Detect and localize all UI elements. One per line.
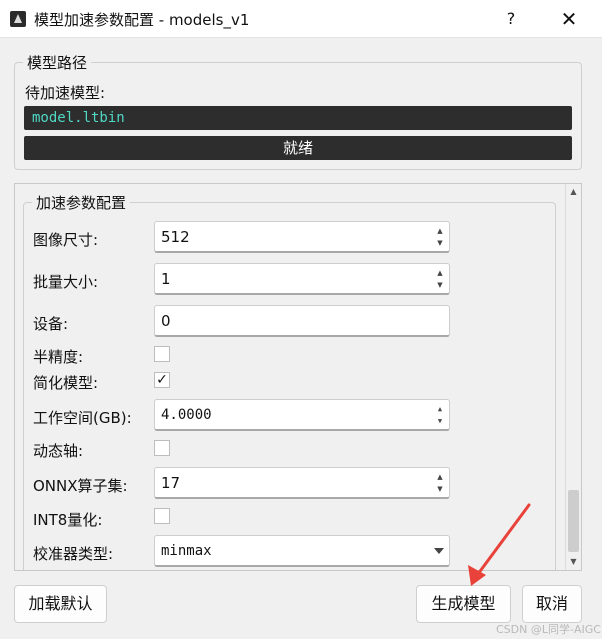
scroll-thumb[interactable]: [568, 490, 579, 552]
spin-up-icon[interactable]: ▲: [433, 403, 447, 415]
batch-size-spinbox[interactable]: 1 ▲ ▼: [154, 263, 450, 295]
opset-value: 17: [161, 474, 181, 492]
calibrator-select[interactable]: minmax: [154, 535, 450, 567]
spin-down-icon[interactable]: ▼: [433, 415, 447, 427]
half-precision-checkbox[interactable]: [154, 346, 170, 362]
spin-down-icon[interactable]: ▼: [433, 279, 447, 291]
accel-params-group: 加速参数配置: [23, 192, 556, 570]
batch-size-label: 批量大小:: [33, 273, 99, 291]
model-path-group-title: 模型路径: [23, 52, 92, 73]
simplify-label: 简化模型:: [33, 374, 99, 392]
device-label: 设备:: [33, 315, 69, 333]
int8-checkbox[interactable]: [154, 508, 170, 524]
title-bar: 模型加速参数配置 - models_v1 ? ✕: [0, 0, 602, 38]
workspace-label: 工作空间(GB):: [33, 409, 132, 427]
accel-params-group-title: 加速参数配置: [32, 192, 131, 213]
load-default-button[interactable]: 加载默认: [14, 585, 107, 623]
dynamic-axes-checkbox[interactable]: [154, 440, 170, 456]
cancel-button[interactable]: 取消: [522, 585, 582, 623]
scroll-up-icon[interactable]: ▲: [566, 184, 581, 200]
half-precision-label: 半精度:: [33, 348, 84, 366]
spin-up-icon[interactable]: ▲: [433, 471, 447, 483]
spin-up-icon[interactable]: ▲: [433, 225, 447, 237]
image-size-spinbox[interactable]: 512 ▲ ▼: [154, 221, 450, 253]
spin-up-icon[interactable]: ▲: [433, 267, 447, 279]
device-value: 0: [161, 312, 171, 330]
model-file-display: model.ltbin: [24, 106, 572, 130]
scroll-down-icon[interactable]: ▼: [566, 554, 581, 570]
image-size-spin-buttons[interactable]: ▲ ▼: [433, 225, 447, 249]
simplify-checkbox[interactable]: ✓: [154, 372, 170, 388]
help-button[interactable]: ?: [496, 4, 526, 34]
calibrator-label: 校准器类型:: [33, 545, 114, 563]
status-display: 就绪: [24, 136, 572, 160]
vertical-scrollbar[interactable]: ▲ ▼: [565, 184, 581, 570]
opset-label: ONNX算子集:: [33, 477, 128, 495]
calibrator-value: minmax: [161, 543, 212, 559]
int8-label: INT8量化:: [33, 511, 103, 529]
window-title: 模型加速参数配置 - models_v1: [34, 11, 250, 29]
close-button[interactable]: ✕: [552, 4, 586, 34]
device-input[interactable]: 0: [154, 305, 450, 337]
app-icon: [10, 11, 26, 27]
dynamic-axes-label: 动态轴:: [33, 442, 84, 460]
batch-size-value: 1: [161, 270, 171, 288]
pending-model-label: 待加速模型:: [25, 84, 106, 102]
spin-down-icon[interactable]: ▼: [433, 237, 447, 249]
workspace-value: 4.0000: [161, 407, 212, 423]
batch-size-spin-buttons[interactable]: ▲ ▼: [433, 267, 447, 291]
workspace-spinbox[interactable]: 4.0000 ▲ ▼: [154, 399, 450, 431]
image-size-label: 图像尺寸:: [33, 231, 99, 249]
watermark: CSDN @L同学-AIGC: [496, 623, 601, 636]
workspace-spin-buttons[interactable]: ▲ ▼: [433, 403, 447, 427]
chevron-down-icon[interactable]: [434, 548, 444, 554]
image-size-value: 512: [161, 228, 190, 246]
opset-spinbox[interactable]: 17 ▲ ▼: [154, 467, 450, 499]
spin-down-icon[interactable]: ▼: [433, 483, 447, 495]
generate-model-button[interactable]: 生成模型: [416, 585, 511, 623]
opset-spin-buttons[interactable]: ▲ ▼: [433, 471, 447, 495]
